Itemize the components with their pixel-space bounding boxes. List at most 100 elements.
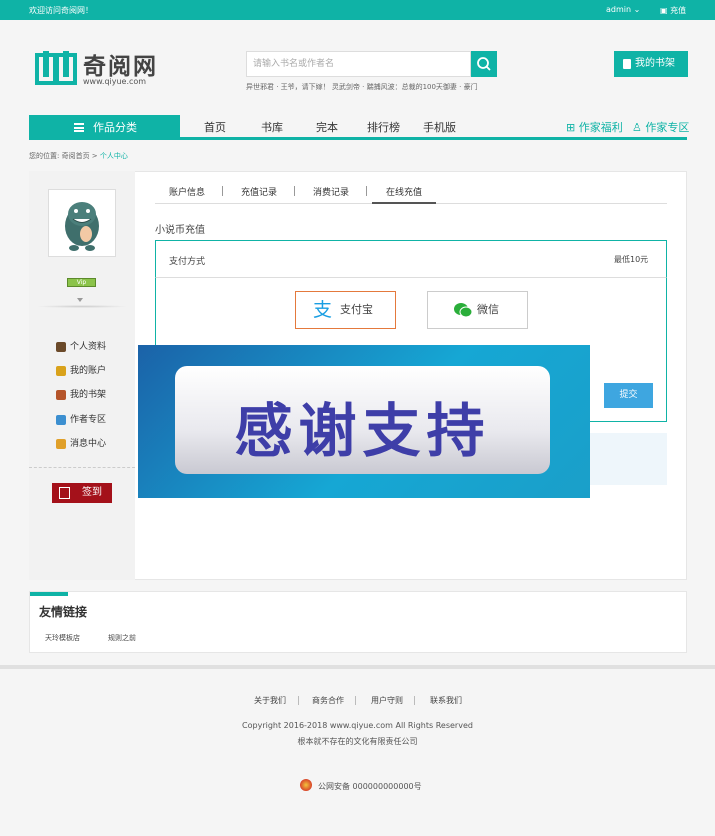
tab-online-recharge[interactable]: 在线充值 [386,185,422,198]
breadcrumb-current: 个人中心 [99,152,128,160]
breadcrumb-prefix[interactable]: 您的位置: 奇阅首页 > [29,152,98,160]
gift-icon: ⊞ [566,121,576,134]
nav-item-home[interactable]: 首页 [204,119,226,135]
bookshelf-icon [623,59,631,69]
footer-separator [414,696,415,705]
nav-item-library[interactable]: 书库 [261,119,283,135]
sidebar-item-label: 个人资料 [70,342,107,352]
wechat-label: 微信 [477,303,499,316]
writer-zone-link[interactable]: ♙ 作家专区 [632,119,689,135]
books-icon [56,390,66,400]
alipay-option[interactable]: 支 支付宝 [295,291,396,329]
site-logo[interactable]: 奇阅网 www.qiyue.com [35,47,165,89]
sidebar-item-label: 消息中心 [70,439,107,449]
footer-separator [298,696,299,705]
writer-welfare-label: 作家福利 [578,121,623,134]
hot-keywords[interactable]: 异世邪君 · 王爷，请下嫁！ 灵武剑帝 · 踹捕风波：总裁的100天御妻 · 豪… [246,82,478,92]
calendar-icon [59,487,70,499]
sidebar-divider [29,467,135,468]
monster-avatar-icon [65,202,99,251]
avatar[interactable] [48,189,116,257]
message-icon [56,439,66,449]
tab-consume-records[interactable]: 消费记录 [313,185,349,198]
chevron-down-icon: ⌄ [633,5,641,14]
sidebar-item-label: 我的账户 [70,366,107,376]
person-icon [56,342,66,352]
sidebar-item-label: 作者专区 [70,415,107,425]
search-input[interactable]: 请输入书名或作者名 [246,51,471,77]
friend-links-section [29,591,687,653]
footer [0,665,715,836]
search-icon [477,57,491,71]
copyright: Copyright 2016-2018 www.qiyue.com All Ri… [242,721,473,730]
payment-method-label: 支付方式 [169,257,206,267]
police-emblem-icon [300,779,312,791]
my-bookshelf-button[interactable]: 我的书架 [614,51,688,77]
user-name: admin [606,5,632,14]
breadcrumb: 您的位置: 奇阅首页 > 个人中心 [29,151,128,161]
my-bookshelf-label: 我的书架 [635,58,675,69]
footer-link-about[interactable]: 关于我们 [254,695,286,706]
charge-label: 充值 [670,6,687,15]
tab-separator [294,186,295,196]
sidebar-item-profile[interactable]: 个人资料 [56,341,106,353]
logo-url: www.qiyue.com [83,77,147,86]
wechat-option[interactable]: 微信 [427,291,528,329]
sidebar-item-account[interactable]: 我的账户 [56,365,106,377]
submit-button[interactable]: 提交 [604,383,653,408]
sidebar-item-bookshelf[interactable]: 我的书架 [56,389,106,401]
footer-link-contact[interactable]: 联系我们 [430,695,462,706]
category-label: 作品分类 [93,121,137,134]
section-accent [30,592,68,596]
thanks-banner: 感谢支持 [138,345,590,498]
sign-in-label: 签到 [82,487,102,498]
notice-area [587,433,667,485]
charge-link[interactable]: ▣ 充值 [660,5,686,16]
alipay-icon: 支 [313,299,333,321]
tab-separator [366,186,367,196]
author-icon [56,415,66,425]
nav-item-ranking[interactable]: 排行榜 [367,119,400,135]
nav-item-mobile[interactable]: 手机版 [423,119,456,135]
footer-link-rules[interactable]: 用户守则 [371,695,403,706]
charge-icon: ▣ [660,6,668,15]
search-box: 请输入书名或作者名 [246,51,497,77]
footer-link-business[interactable]: 商务合作 [312,695,344,706]
menu-icon [74,123,84,132]
user-icon: ♙ [632,121,642,134]
police-record-label: 公网安备 000000000000号 [318,782,422,791]
minimum-amount-note: 最低10元 [614,255,649,264]
thanks-text: 感谢支持 [234,397,491,465]
police-record[interactable]: 公网安备 000000000000号 [300,779,422,792]
sidebar-item-messages[interactable]: 消息中心 [56,438,106,450]
book-logo-icon [35,51,77,85]
tab-separator [222,186,223,196]
recharge-title: 小说币充值 [155,225,205,236]
writer-zone-label: 作家专区 [645,121,690,134]
alipay-label: 支付宝 [340,303,373,316]
divider [36,305,128,308]
company-name: 根本就不存在的文化有限责任公司 [297,737,418,746]
account-tabs: 账户信息 充值记录 消费记录 在线充值 [155,179,667,204]
vip-badge: Vip [67,278,96,287]
wechat-icon [454,303,473,318]
category-button[interactable]: 作品分类 [29,115,180,140]
sidebar-item-author[interactable]: 作者专区 [56,414,106,426]
friend-link[interactable]: 天玲模板店 [45,633,80,643]
search-button[interactable] [471,51,497,77]
tab-recharge-records[interactable]: 充值记录 [241,185,277,198]
sidebar-item-label: 我的书架 [70,390,107,400]
user-menu[interactable]: admin ⌄ [606,5,640,14]
footer-separator [355,696,356,705]
caret-down-icon [77,298,83,302]
tab-account-info[interactable]: 账户信息 [169,185,205,198]
thanks-card: 感谢支持 [175,366,550,474]
logo-text: 奇阅网 [83,53,158,80]
writer-welfare-link[interactable]: ⊞ 作家福利 [566,119,623,135]
friend-link[interactable]: 规则之前 [108,633,136,643]
sign-in-button[interactable]: 签到 [52,483,112,503]
nav-item-finished[interactable]: 完本 [316,119,338,135]
payment-header [155,240,667,278]
active-tab-indicator [372,202,436,204]
top-bar: 欢迎访问奇阅网！ admin ⌄ ▣ 充值 [0,0,715,20]
